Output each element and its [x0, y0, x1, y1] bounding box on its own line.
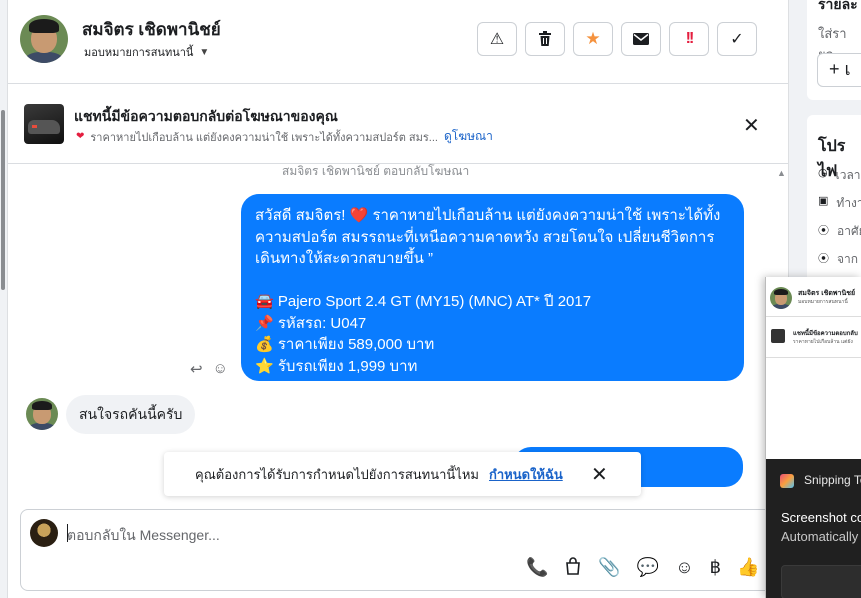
react-emoji-icon[interactable]: ☺ — [213, 360, 228, 378]
assign-label: มอบหมายการสนทนานี้ — [84, 47, 194, 59]
toast-text: คุณต้องการได้รับการกำหนดไปยังการสนทนานี้… — [195, 466, 479, 482]
notification-action-button[interactable] — [781, 565, 861, 598]
profile-row-label: เวลา — [835, 168, 861, 182]
profile-row-label: อาศัย — [837, 224, 861, 238]
chevron-down-icon: ▼ — [199, 46, 210, 58]
message-line — [255, 270, 730, 292]
attachment-icon[interactable]: 📎 — [598, 557, 620, 580]
preview-avatar — [770, 287, 792, 309]
assign-dropdown[interactable]: มอบหมายการสนทนานี้ ▼ — [84, 43, 209, 61]
profile-row-lives: ⦿ อาศัย — [818, 222, 861, 241]
message-line: 🚘 Pajero Sport 2.4 GT (MY15) (MNC) AT* ป… — [255, 293, 592, 310]
outgoing-message[interactable]: สวัสดี สมจิตร! ❤️ ราคาหายไปเกือบล้าน แต่… — [241, 194, 744, 381]
check-icon: ✓ — [730, 31, 744, 48]
reply-input[interactable]: ตอบกลับใน Messenger... — [67, 525, 220, 547]
profile-row-time: ◷ เวลา — [818, 166, 861, 185]
conversation-header: สมจิตร เชิดพานิชย์ มอบหมายการสนทนานี้ ▼ … — [8, 0, 788, 84]
reply-icon[interactable]: ↩ — [190, 360, 203, 378]
notification-title: Screenshot co — [781, 510, 861, 525]
ad-banner-text: ราคาหายไปเกือบล้าน แต่ยังคงความน่าใช้ เพ… — [90, 131, 438, 144]
star-icon: ★ — [585, 29, 601, 48]
scroll-up-arrow-icon[interactable]: ▲ — [777, 168, 786, 178]
snipping-tool-icon — [780, 474, 794, 488]
message-line: สวัสดี สมจิตร! ❤️ ราคาหายไปเกือบล้าน แต่… — [255, 207, 721, 224]
page-avatar — [30, 519, 58, 547]
contact-avatar[interactable] — [20, 15, 68, 63]
assign-toast: คุณต้องการได้รับการกำหนดไปยังการสนทนานี้… — [164, 452, 641, 496]
conversation-panel: สมจิตร เชิดพานิชย์ มอบหมายการสนทนานี้ ▼ … — [8, 0, 788, 598]
assign-to-me-link[interactable]: กำหนดให้ฉัน — [489, 464, 563, 485]
clock-icon: ◷ — [818, 167, 828, 179]
close-icon[interactable]: ✕ — [591, 462, 608, 487]
heart-icon: ❤ — [76, 131, 85, 142]
message-line: ความสปอร์ต สมรรถนะที่เหนือความคาดหวัง สว… — [255, 228, 715, 246]
ad-banner-subtitle: ❤ ราคาหายไปเกือบล้าน แต่ยังคงความน่าใช้ … — [76, 127, 493, 146]
contact-name[interactable]: สมจิตร เชิดพานิชย์ — [82, 16, 221, 43]
location-pin-icon: ⦿ — [818, 225, 829, 237]
envelope-icon — [633, 33, 649, 45]
message-line: 💰 ราคาเพียง 589,000 บาท — [255, 336, 435, 353]
details-title: รายละ — [818, 0, 858, 12]
emoji-icon[interactable]: ☺ — [675, 557, 693, 580]
mark-unread-button[interactable] — [621, 22, 661, 56]
close-icon[interactable]: ✕ — [743, 113, 760, 138]
message-line: 📌 รหัสรถ: U047 — [255, 314, 367, 332]
ad-reply-note: สมจิตร เชิดพานิชย์ ตอบกลับโฆษณา — [282, 164, 470, 178]
baht-icon[interactable]: ฿ — [710, 557, 721, 580]
message-line: ⭐ รับรถเพียง 1,999 บาท — [255, 357, 418, 375]
message-line: เดินทางให้สะดวกสบายขึ้น ” — [255, 250, 433, 267]
notification-app-name: Snipping To — [804, 473, 861, 487]
add-details-button[interactable]: + เ — [817, 53, 861, 87]
left-scrollbar-thumb[interactable] — [1, 110, 5, 290]
preview-subtitle: มอบหมายการสนทนานี้ — [798, 299, 848, 305]
ad-reply-banner: แชทนี้มีข้อความตอบกลับต่อโฆษณาของคุณ ❤ ร… — [8, 84, 788, 164]
delete-button[interactable] — [525, 22, 565, 56]
location-pin-icon: ⦿ — [818, 253, 829, 265]
profile-row-from: ⦿ จาก — [818, 250, 858, 269]
preview-ad-thumbnail — [771, 329, 785, 343]
divider — [766, 316, 861, 317]
briefcase-icon: ▣ — [818, 195, 829, 207]
mark-done-button[interactable]: ✓ — [717, 22, 757, 56]
left-scrollbar[interactable] — [0, 0, 8, 598]
trash-icon — [539, 31, 551, 46]
message-composer[interactable]: ตอบกลับใน Messenger... 📞 📎 💬 ☺ ฿ 👍 — [20, 509, 788, 591]
preview-ad-title: แชทนี้มีข้อความตอบกลับ — [793, 331, 858, 337]
star-button[interactable]: ★ — [573, 22, 613, 56]
preview-ad-text: ราคาหายไปเกือบล้าน แต่ยัง — [793, 339, 853, 345]
shopping-bag-icon[interactable] — [564, 557, 582, 580]
follow-up-button[interactable]: !! — [669, 22, 709, 56]
profile-row-label: ทำงา — [836, 196, 861, 210]
snipping-notification[interactable]: Snipping To Screenshot co Automatically — [766, 459, 861, 598]
profile-row-label: จาก — [837, 252, 859, 266]
view-ad-link[interactable]: ดูโฆษณา — [444, 127, 493, 146]
snipping-tool-popup[interactable]: สมจิตร เชิดพานิชย์ มอบหมายการสนทนานี้ แช… — [765, 277, 861, 598]
incoming-message[interactable]: สนใจรถคันนี้ครับ — [66, 395, 196, 434]
contact-avatar-small[interactable] — [26, 398, 58, 430]
message-actions: ↩ ☺ — [190, 360, 228, 378]
notification-body: Automatically — [781, 529, 859, 544]
warning-icon: ⚠ — [489, 31, 505, 48]
profile-row-work: ▣ ทำงา — [818, 194, 861, 213]
ad-banner-title: แชทนี้มีข้อความตอบกลับต่อโฆษณาของคุณ — [74, 108, 338, 124]
urgent-icon: !! — [685, 30, 695, 47]
divider — [766, 357, 861, 358]
composer-toolbar: 📞 📎 💬 ☺ ฿ 👍 — [526, 557, 760, 580]
ad-thumbnail[interactable] — [24, 104, 64, 144]
mark-spam-button[interactable]: ⚠ — [477, 22, 517, 56]
add-call-icon[interactable]: 📞 — [526, 557, 548, 580]
thumbs-up-icon[interactable]: 👍 — [737, 557, 759, 580]
saved-replies-icon[interactable]: 💬 — [637, 557, 659, 580]
